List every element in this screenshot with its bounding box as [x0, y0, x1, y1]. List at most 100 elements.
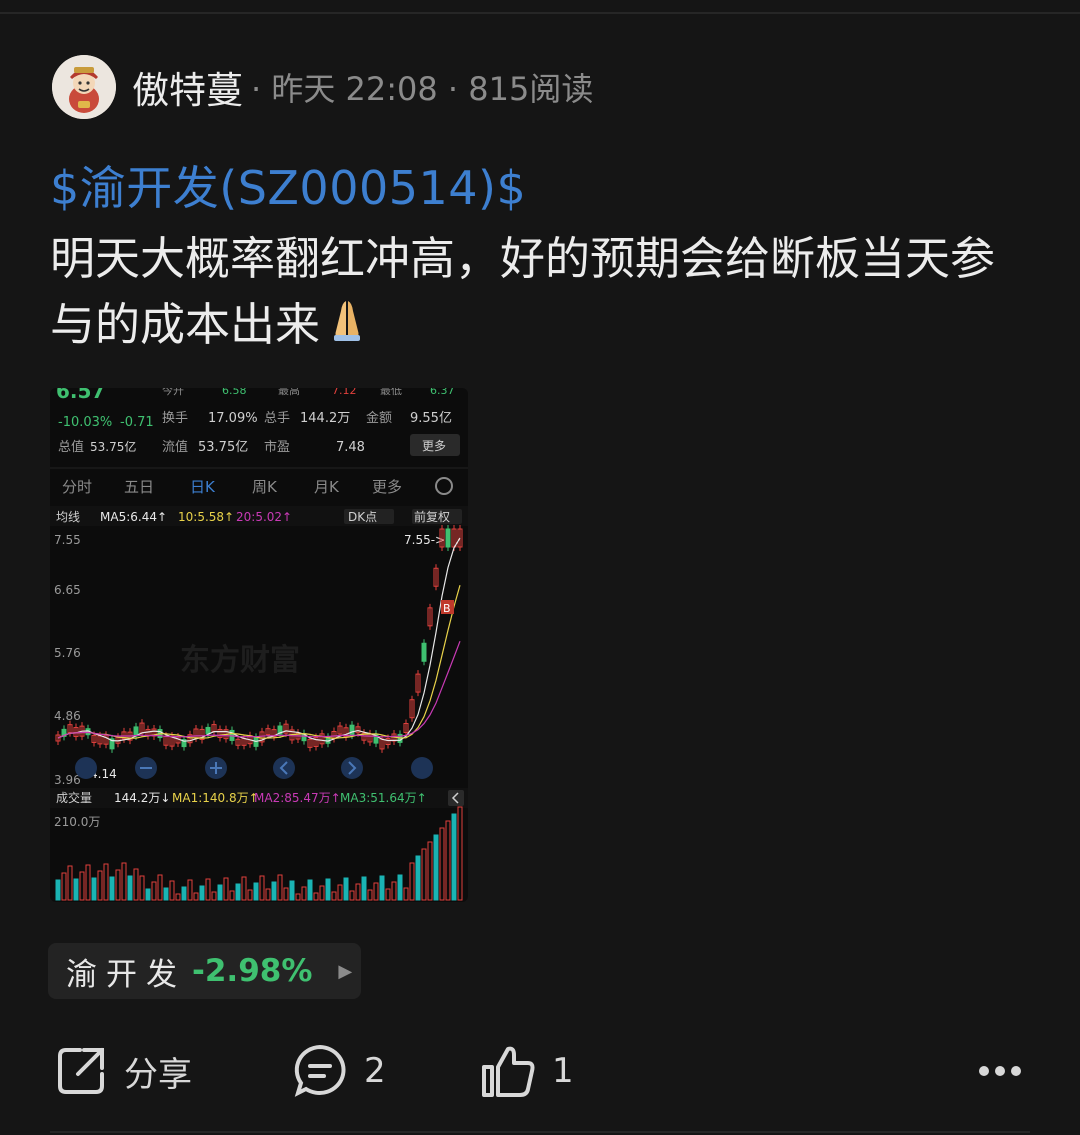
y-tick-1: 7.55 [54, 533, 81, 547]
volume-bar-item [325, 878, 331, 901]
tab-zhouk[interactable]: 周K [252, 478, 278, 496]
volume-bar-item [151, 881, 157, 901]
share-label: 分享 [124, 1054, 192, 1095]
volume-bar-item [271, 881, 277, 901]
avatar-icon [52, 55, 116, 119]
vol-ma1: MA1:140.8万↑ [172, 791, 259, 805]
volume-bar-item [397, 874, 403, 901]
ma20-value: 20:5.02↑ [236, 510, 292, 524]
volume-bar-item [127, 875, 133, 901]
volume-bar-item [301, 886, 307, 901]
volume-bar-item [361, 876, 367, 901]
volume-bar-item [61, 872, 67, 901]
volume-bar-item [79, 871, 85, 901]
post-header: 傲特蔓 · 昨天 22:08 · 815阅读 [52, 54, 593, 120]
volume-bar-item [427, 841, 433, 901]
volume-bar-item [379, 875, 385, 901]
volume-bar-item [115, 869, 121, 901]
stock-chip[interactable]: 渝开发 -2.98% ▶ [48, 943, 361, 999]
zoom-out-small-icon[interactable] [75, 757, 97, 779]
expand-icon[interactable] [411, 757, 433, 779]
y-tick-4: 4.86 [54, 709, 81, 723]
tab-wuri[interactable]: 五日 [124, 478, 154, 496]
volume-bar-item [409, 862, 415, 901]
avatar[interactable] [52, 55, 116, 119]
scroll-left-icon[interactable] [273, 757, 295, 779]
volume-bar-item [349, 890, 355, 901]
like-button[interactable]: 1 [480, 1036, 574, 1106]
post-meta: · 昨天 22:08 · 815阅读 [251, 70, 594, 108]
stock-chart-image[interactable]: 6.57 今开 6.58 最高 7.12 最低 6.37 -10.03% -0.… [50, 388, 468, 902]
more-options-button[interactable] [976, 1036, 1024, 1106]
chart-pe-value: 7.48 [336, 440, 365, 455]
chart-open-label: 今开 [162, 388, 184, 397]
candle [349, 724, 355, 736]
volume-bar-item [175, 893, 181, 901]
bottom-divider [50, 1131, 1030, 1133]
volume-bar-item [415, 855, 421, 901]
volume-bar-item [187, 879, 193, 901]
author-name[interactable]: 傲特蔓 [132, 60, 243, 114]
pray-icon [324, 295, 370, 361]
volume-label[interactable]: 成交量 [56, 790, 92, 805]
candlestick-series [55, 525, 463, 753]
volume-bar-item [253, 882, 259, 901]
chart-volume-label: 总手 [264, 411, 290, 426]
volume-bar-item [367, 889, 373, 901]
chart-price: 6.57 [56, 388, 105, 403]
volume-bar-item [169, 880, 175, 901]
chart-low-label: 最低 [380, 388, 402, 397]
volume-bar-item [307, 879, 313, 901]
y-tick-2: 6.65 [54, 583, 81, 597]
scroll-right-icon[interactable] [341, 757, 363, 779]
volume-bar-item [217, 884, 223, 901]
vol-max-tick: 210.0万 [54, 815, 100, 829]
chart-more-label: 更多 [422, 439, 446, 453]
tab-yuek[interactable]: 月K [314, 478, 340, 496]
y-tick-5: 3.96 [54, 773, 81, 787]
candle [445, 528, 451, 548]
collapse-button[interactable] [448, 790, 464, 806]
volume-bar-item [289, 880, 295, 901]
like-count: 1 [552, 1051, 574, 1091]
volume-bar-item [103, 863, 109, 901]
chart-tabs: 分时 五日 日K 周K 月K 更多 [62, 477, 453, 496]
volume-bar-item [439, 827, 445, 901]
vol-ma3: MA3:51.64万↑ [340, 791, 427, 805]
volume-bar-item [421, 848, 427, 901]
stock-chip-name: 渝开发 [66, 956, 186, 993]
comment-count: 2 [364, 1051, 386, 1091]
post-text: 明天大概率翻红冲高，好的预期会给断板当天参与的成本出来 [50, 232, 996, 351]
adjust-label: 前复权 [414, 509, 450, 524]
chart-settings-icon[interactable] [435, 477, 453, 495]
tab-rik[interactable]: 日K [190, 478, 216, 496]
candle [205, 726, 211, 734]
volume-bar-item [67, 865, 73, 901]
volume-bar-item [385, 888, 391, 901]
tab-more[interactable]: 更多 [372, 478, 402, 496]
tab-fenshi[interactable]: 分时 [62, 478, 92, 496]
action-bar: 分享 2 1 [0, 1036, 1080, 1106]
volume-bar-item [277, 874, 283, 901]
chart-float-value: 53.75亿 [198, 440, 248, 455]
chart-low-value: 6.37 [430, 388, 455, 397]
watermark: 东方财富 [180, 643, 300, 678]
volume-bar-item [157, 874, 163, 901]
chart-high-value: 7.12 [332, 388, 357, 397]
chart-turnover-label: 换手 [162, 411, 188, 426]
volume-bar-item [391, 881, 397, 901]
share-button[interactable]: 分享 [54, 1036, 192, 1106]
volume-bar-item [199, 885, 205, 901]
chart-high-label: 最高 [278, 388, 300, 397]
volume-bar-item [247, 889, 253, 901]
volume-bar-item [91, 877, 97, 901]
comment-button[interactable]: 2 [292, 1036, 386, 1106]
comment-icon [294, 1044, 346, 1097]
dk-label: DK点 [348, 510, 377, 524]
y-tick-3: 5.76 [54, 646, 81, 660]
stock-link[interactable]: $渝开发(SZ000514)$ [50, 152, 526, 218]
volume-bar-item [109, 876, 115, 901]
volume-bar-item [223, 877, 229, 901]
chart-open-value: 6.58 [222, 388, 247, 397]
ma-label[interactable]: 均线 [56, 510, 80, 524]
